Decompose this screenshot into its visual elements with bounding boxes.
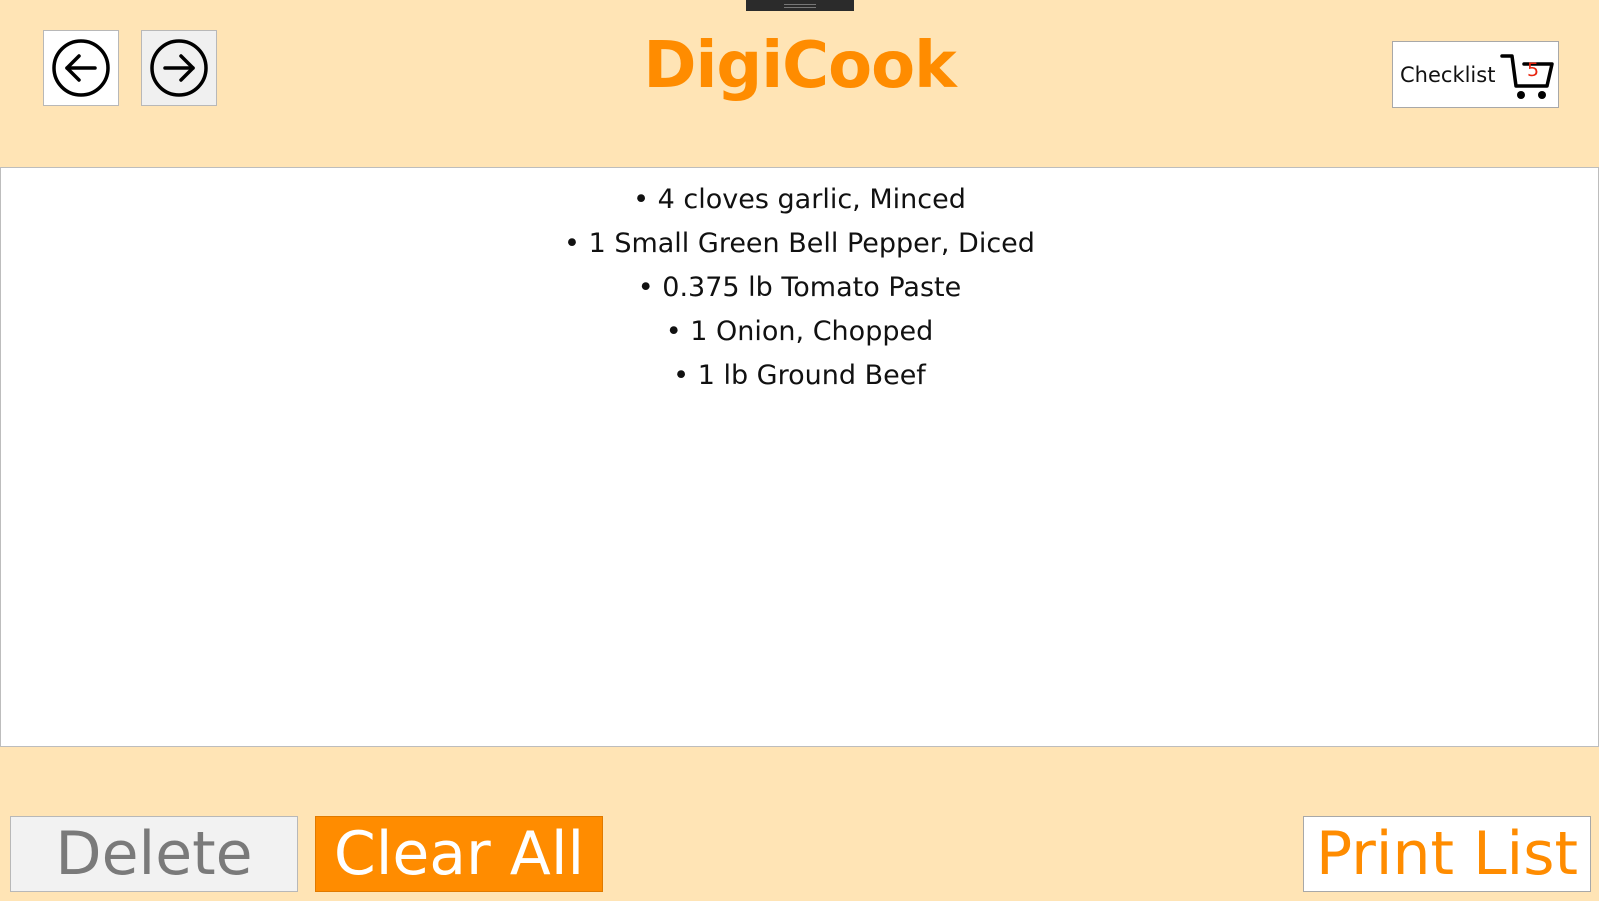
list-item[interactable]: 1 Onion, Chopped: [1, 310, 1598, 354]
checklist-panel: 4 cloves garlic, Minced 1 Small Green Be…: [0, 167, 1599, 747]
clear-all-button[interactable]: Clear All: [315, 816, 603, 892]
ingredient-list: 4 cloves garlic, Minced 1 Small Green Be…: [1, 168, 1598, 398]
checklist-button[interactable]: Checklist 5: [1392, 41, 1559, 108]
list-item[interactable]: 1 lb Ground Beef: [1, 354, 1598, 398]
list-item[interactable]: 1 Small Green Bell Pepper, Diced: [1, 222, 1598, 266]
list-item[interactable]: 4 cloves garlic, Minced: [1, 178, 1598, 222]
checklist-count-badge: 5: [1527, 59, 1540, 81]
delete-button[interactable]: Delete: [10, 816, 298, 892]
list-item[interactable]: 0.375 lb Tomato Paste: [1, 266, 1598, 310]
window-drag-handle[interactable]: [746, 0, 854, 11]
print-list-button[interactable]: Print List: [1303, 816, 1591, 892]
app-title: DigiCook: [643, 29, 956, 103]
checklist-label: Checklist: [1400, 63, 1496, 87]
